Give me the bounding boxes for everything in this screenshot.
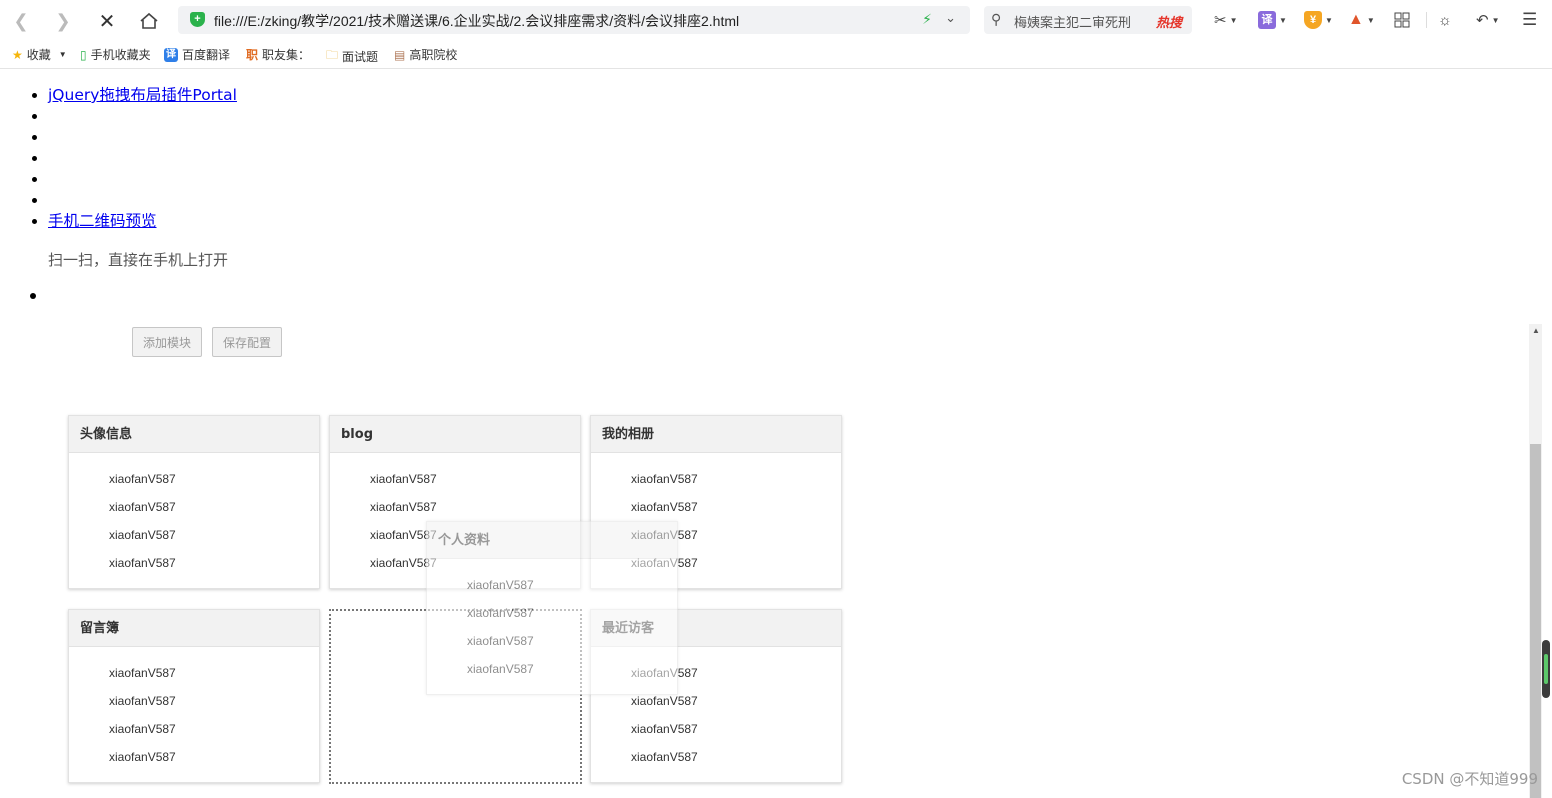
bookmark-baidu-translate[interactable]: 译百度翻译 <box>164 46 230 63</box>
bookmark-college[interactable]: ▤ 高职院校 <box>394 46 457 63</box>
stop-loading-icon[interactable]: ✕ <box>94 8 120 34</box>
list-item: xiaofanV587 <box>631 750 698 764</box>
list-bullet <box>30 293 36 299</box>
translate-ext-icon[interactable]: 译 ▼ <box>1258 9 1287 31</box>
list-item: xiaofanV587 <box>109 666 176 680</box>
panel-title[interactable]: 留言簿 <box>69 610 319 647</box>
list-item <box>48 148 237 169</box>
panel-personal-info-dragging[interactable]: 个人资料 xiaofanV587 xiaofanV587 xiaofanV587… <box>426 521 678 695</box>
list-item: xiaofanV587 <box>109 500 176 514</box>
panel-title[interactable]: blog <box>330 416 580 453</box>
wallet-shield-icon[interactable]: ¥ ▼ <box>1304 9 1333 31</box>
list-item: xiaofanV587 <box>631 500 698 514</box>
address-url: file:///E:/zking/教学/2021/技术赠送课/6.企业实战/2.… <box>214 13 740 29</box>
side-panel-handle[interactable] <box>1542 640 1550 698</box>
phone-icon: ▯ <box>80 47 87 62</box>
panel-avatar-info[interactable]: 头像信息 xiaofanV587 xiaofanV587 xiaofanV587… <box>68 415 320 589</box>
hot-search-badge: 热搜 <box>1155 15 1182 30</box>
list-item: xiaofanV587 <box>370 472 437 486</box>
list-item: xiaofanV587 <box>467 662 534 676</box>
bookmark-favorites[interactable]: ★ 收藏 ▼ <box>12 46 67 63</box>
speed-mode-icon[interactable]: ⚡ <box>922 11 932 28</box>
list-item: xiaofanV587 <box>109 472 176 486</box>
list-item: xiaofanV587 <box>109 694 176 708</box>
home-icon[interactable] <box>136 8 162 34</box>
list-item <box>48 169 237 190</box>
gamepad-icon[interactable]: ▲ ▼ <box>1348 9 1375 31</box>
bookmarks-bar: ★ 收藏 ▼ ▯ 手机收藏夹 译百度翻译 职职友集： 🗀 面试题 ▤ 高职院校 <box>0 40 1552 69</box>
back-icon[interactable]: ❮ <box>8 8 34 34</box>
list-item: xiaofanV587 <box>631 472 698 486</box>
bookmark-jobui[interactable]: 职职友集： <box>246 46 310 63</box>
add-module-button[interactable]: 添加模块 <box>132 327 202 357</box>
browser-toolbar: ❮ ❯ ✕ + file:///E:/zking/教学/2021/技术赠送课/6… <box>0 0 1552 40</box>
search-box[interactable]: ⚲ 梅姨案主犯二审死刑 热搜 <box>984 6 1192 34</box>
panel-title[interactable]: 个人资料 <box>427 522 677 559</box>
qr-tip-text: 扫一扫，直接在手机上打开 <box>48 251 229 269</box>
toolbar-separator <box>1426 12 1427 28</box>
bookmark-interview[interactable]: 🗀 面试题 <box>326 46 378 67</box>
search-icon: ⚲ <box>991 11 1002 27</box>
secure-shield-icon: + <box>190 12 205 27</box>
list-item: xiaofanV587 <box>631 722 698 736</box>
address-bar[interactable]: + file:///E:/zking/教学/2021/技术赠送课/6.企业实战/… <box>178 6 970 34</box>
panel-title[interactable]: 头像信息 <box>69 416 319 453</box>
panel-title[interactable]: 我的相册 <box>591 416 841 453</box>
list-item: xiaofanV587 <box>467 634 534 648</box>
scrollbar-thumb[interactable] <box>1530 444 1541 798</box>
list-item: xiaofanV587 <box>109 556 176 570</box>
star-icon: ★ <box>12 47 23 62</box>
list-item: xiaofanV587 <box>109 528 176 542</box>
list-item: jQuery拖拽布局插件Portal <box>48 85 237 106</box>
list-item: xiaofanV587 <box>109 750 176 764</box>
list-item: xiaofanV587 <box>109 722 176 736</box>
list-item <box>48 127 237 148</box>
menu-icon[interactable]: ☰ <box>1522 9 1537 31</box>
scroll-up-arrow-icon[interactable]: ▲ <box>1532 326 1540 335</box>
apps-grid-icon[interactable] <box>1394 9 1410 31</box>
save-config-button[interactable]: 保存配置 <box>212 327 282 357</box>
list-item: xiaofanV587 <box>467 606 534 620</box>
undo-icon[interactable]: ↶ ▼ <box>1476 9 1500 31</box>
portal-link[interactable]: jQuery拖拽布局插件Portal <box>48 86 237 104</box>
translate-icon: 译 <box>164 47 178 62</box>
watermark-text: CSDN @不知道999 <box>1401 770 1538 788</box>
search-suggestion: 梅姨案主犯二审死刑 <box>1014 15 1132 30</box>
page-content: jQuery拖拽布局插件Portal 手机二维码预览 扫一扫，直接在手机上打开 … <box>0 69 1528 798</box>
nav-list: jQuery拖拽布局插件Portal 手机二维码预览 <box>0 85 237 232</box>
folder-icon: 🗀 <box>326 48 339 62</box>
theme-sun-icon[interactable]: ☼ <box>1438 9 1452 31</box>
list-item: xiaofanV587 <box>467 578 534 592</box>
forward-icon[interactable]: ❯ <box>50 8 76 34</box>
list-item: xiaofanV587 <box>370 500 437 514</box>
list-item <box>48 106 237 127</box>
address-dropdown-icon[interactable]: ⌄ <box>945 10 956 26</box>
qr-preview-link[interactable]: 手机二维码预览 <box>48 212 157 230</box>
vertical-scrollbar[interactable]: ▲ <box>1529 324 1542 798</box>
bookmark-mobile[interactable]: ▯ 手机收藏夹 <box>80 46 151 63</box>
jobui-icon: 职 <box>246 48 259 62</box>
panel-guestbook[interactable]: 留言簿 xiaofanV587 xiaofanV587 xiaofanV587 … <box>68 609 320 783</box>
list-item <box>48 190 237 211</box>
screenshot-scissors-icon[interactable]: ✂ ▼ <box>1214 9 1238 31</box>
list-item: 手机二维码预览 <box>48 211 237 232</box>
book-icon: ▤ <box>394 47 406 62</box>
